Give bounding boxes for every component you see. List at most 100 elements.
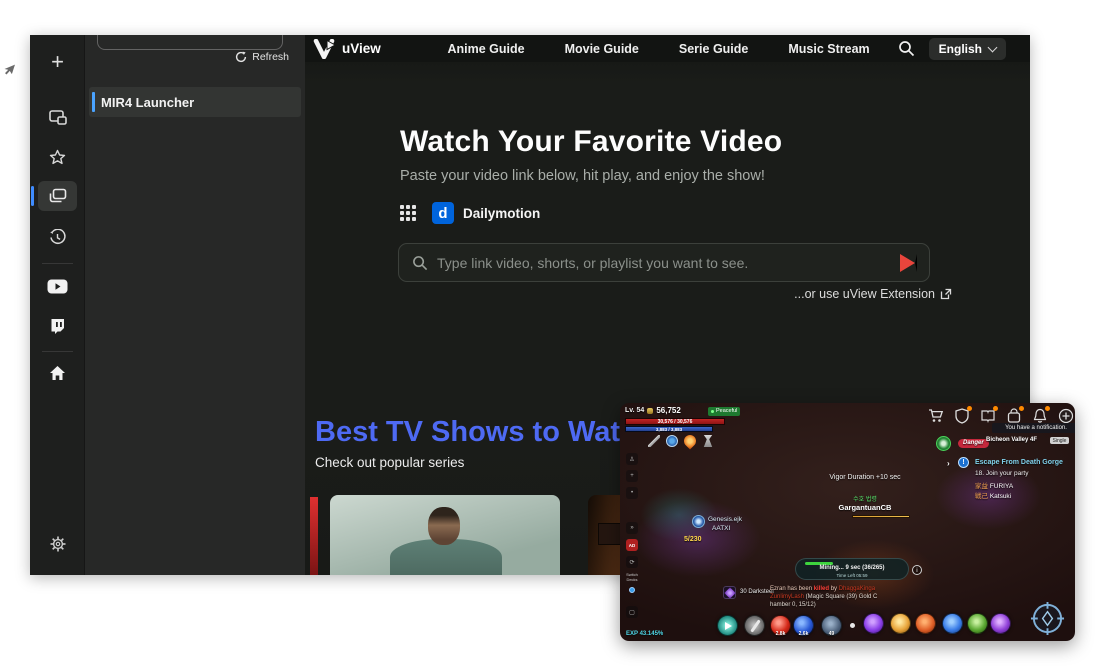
active-indicator (31, 186, 34, 206)
skill-button-6[interactable] (990, 613, 1011, 634)
shop-cart-icon[interactable] (928, 408, 944, 424)
loot-label: 30 Darksteel (740, 589, 774, 595)
extension-link[interactable]: ...or use uView Extension (794, 287, 952, 301)
bell-icon[interactable] (1032, 408, 1048, 424)
camera-icon[interactable]: ▢ (626, 606, 638, 618)
killfeed-line-1: Ezran has been killed by DhaggaKinga (770, 586, 875, 592)
youtube-ad-icon[interactable]: AD (626, 539, 638, 551)
refresh-icon (235, 51, 247, 63)
nav-movie-guide[interactable]: Movie Guide (565, 42, 639, 56)
skill-button-1[interactable] (863, 613, 884, 634)
target-name: GargantuanCB (810, 503, 920, 512)
mp-potion-button[interactable]: 2.6k (793, 615, 814, 636)
history-button[interactable] (38, 222, 77, 252)
search-button[interactable] (898, 40, 915, 57)
nav-anime-guide[interactable]: Anime Guide (447, 42, 524, 56)
panel-search-box[interactable] (97, 35, 283, 50)
play-button[interactable] (900, 254, 917, 272)
carousel-accent-bar (310, 497, 318, 575)
auto-battle-button[interactable] (717, 615, 738, 636)
sidebar-divider (42, 263, 73, 264)
flame-buff-icon (682, 433, 699, 450)
notification-dot (1019, 406, 1024, 411)
gather-counter: 5/230 (684, 536, 702, 543)
skill-button-5[interactable] (967, 613, 988, 634)
tab-item-label: MIR4 Launcher (101, 95, 194, 110)
quest-collapse-chevron[interactable]: › (947, 459, 950, 468)
bookmarks-button[interactable] (38, 142, 77, 172)
skill-button-2[interactable] (890, 613, 911, 634)
party-icon[interactable]: ♙ (626, 453, 638, 465)
weapon-slot-button[interactable] (744, 615, 765, 636)
level-label: Lv. 54 (625, 407, 644, 414)
platform-selector-row: d Dailymotion (400, 202, 540, 224)
search-icon (412, 255, 428, 271)
player-status: Lv. 54 56,752 (625, 406, 681, 415)
home-button[interactable] (38, 358, 77, 388)
headset-icon[interactable]: • (626, 487, 638, 499)
workspaces-button[interactable] (38, 103, 77, 133)
tab-item-mir4-launcher[interactable]: MIR4 Launcher (89, 87, 301, 117)
language-selector[interactable]: English (929, 38, 1006, 60)
game-menu-bar (928, 408, 1074, 424)
book-icon[interactable] (980, 408, 996, 424)
quest-title[interactable]: Escape From Death Gorge (975, 459, 1063, 466)
killfeed-line-2: ZunlimyLash (Magic Square (39) Gold C (770, 594, 877, 600)
nav-music-stream[interactable]: Music Stream (788, 42, 869, 56)
history-icon (49, 229, 66, 246)
expand-menu-icon[interactable] (1058, 408, 1074, 424)
video-link-input[interactable] (437, 255, 900, 271)
uview-logo-icon (313, 39, 337, 59)
target-clan: 수호 법령 (810, 494, 920, 503)
youtube-icon (47, 279, 68, 294)
mining-label: Mining... 9 sec (36/265) (796, 565, 908, 571)
mining-progress: Mining... 9 sec (36/265) Time Left 05:59… (795, 558, 909, 580)
darksteel-gem-icon (724, 587, 735, 598)
settings-button[interactable] (38, 529, 77, 559)
shows-section-title: Best TV Shows to Watch I (315, 416, 670, 449)
nav-serie-guide[interactable]: Serie Guide (679, 42, 748, 56)
info-icon[interactable]: i (912, 565, 922, 575)
switch-decks-icon[interactable]: ⟳ (626, 556, 638, 568)
hp-bar: 30,576 / 30,576 (625, 418, 725, 425)
hp-potion-button[interactable]: 2.8k (770, 615, 791, 636)
chevron-down-icon (988, 42, 998, 52)
target-lock-button[interactable] (1030, 601, 1065, 636)
emblem-icon[interactable] (954, 408, 970, 424)
tabs-button[interactable] (38, 181, 77, 211)
party-member-2: 戦己 Katsuki (975, 490, 1011, 500)
platform-label[interactable]: Dailymotion (463, 206, 540, 221)
exp-label: EXP 43.145% (626, 631, 663, 637)
dailymotion-logo-icon[interactable]: d (432, 202, 454, 224)
mouse-cursor-icon (2, 62, 16, 78)
refresh-label: Refresh (252, 51, 289, 63)
bag-icon[interactable] (1006, 408, 1022, 424)
youtube-button[interactable] (38, 271, 77, 301)
game-overlay-window[interactable]: Lv. 54 56,752 Peaceful 30,576 / 30,576 3… (620, 403, 1075, 641)
overlay-side-column: ♙ + • » AD ⟳ Switch Decks ▢ (624, 453, 640, 618)
plus-icon[interactable]: + (626, 470, 638, 482)
hero-title: Watch Your Favorite Video (400, 125, 782, 159)
show-thumbnail-1[interactable] (330, 495, 560, 575)
new-tab-button[interactable]: + (38, 47, 77, 77)
guild-emblem-icon[interactable] (936, 436, 951, 451)
item-slot-button[interactable]: 49 (821, 615, 842, 636)
skill-button-4[interactable] (942, 613, 963, 634)
twitch-icon (49, 318, 66, 335)
chevrons-icon[interactable]: » (626, 522, 638, 534)
buff-row (648, 435, 714, 447)
refresh-button[interactable]: Refresh (235, 51, 289, 63)
record-dot-icon[interactable] (629, 587, 635, 593)
currency-icon (647, 408, 653, 414)
language-label: English (939, 42, 982, 56)
home-icon (49, 365, 66, 381)
video-link-searchbar (398, 243, 930, 282)
sidebar-divider (42, 351, 73, 352)
brand[interactable]: uView (313, 39, 381, 59)
twitch-button[interactable] (38, 311, 77, 341)
notification-dot (993, 406, 998, 411)
player-emblem-icon (692, 515, 705, 528)
apps-grid-icon[interactable] (400, 205, 416, 221)
shows-section-subtitle: Check out popular series (315, 455, 464, 470)
skill-button-3[interactable] (915, 613, 936, 634)
